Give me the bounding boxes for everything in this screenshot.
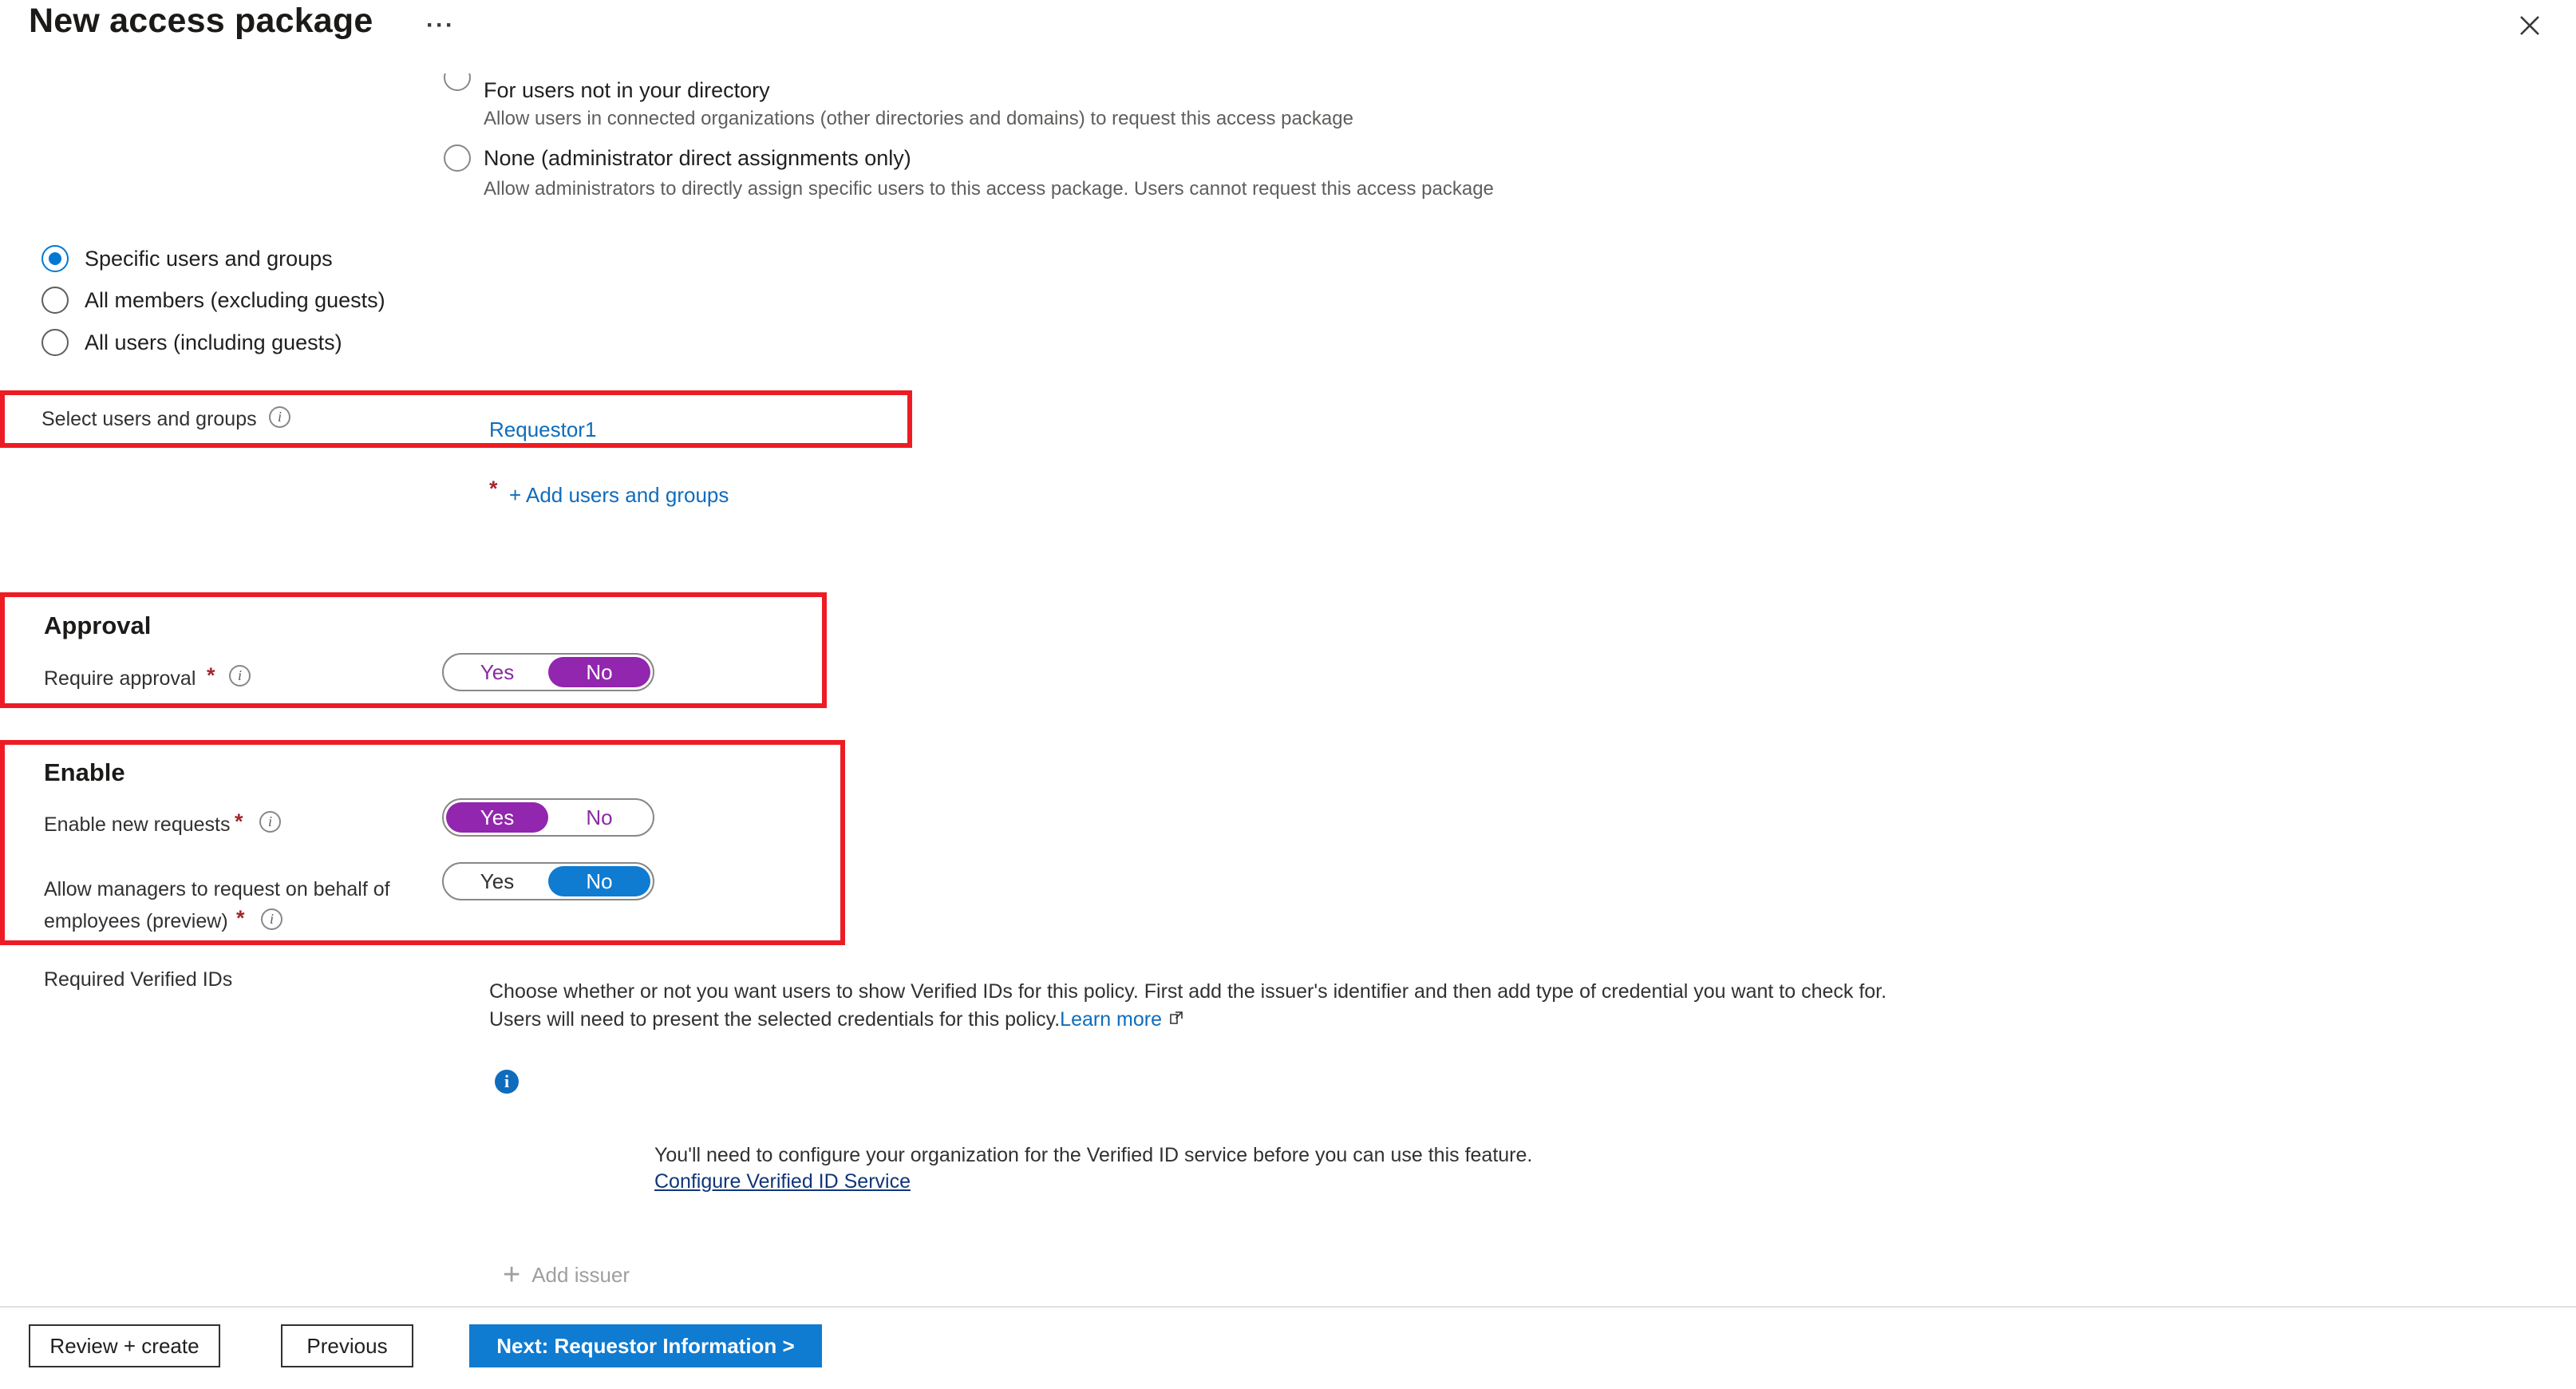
info-icon[interactable]: i <box>269 406 290 428</box>
selected-user-chip[interactable]: Requestor1 <box>489 417 596 442</box>
add-users-and-groups-link[interactable]: + Add users and groups <box>509 483 729 508</box>
require-approval-toggle[interactable]: Yes No <box>442 653 654 691</box>
required-verified-ids-label: Required Verified IDs <box>44 968 233 991</box>
radio-label-none-administrator-direct: None (administrator direct assignments o… <box>484 146 911 170</box>
previous-button[interactable]: Previous <box>281 1324 413 1367</box>
toggle-option-yes[interactable]: Yes <box>446 657 548 687</box>
enable-new-requests-toggle[interactable]: Yes No <box>442 798 654 837</box>
enable-section-title: Enable <box>44 758 125 786</box>
toggle-option-yes[interactable]: Yes <box>446 802 548 833</box>
radio-desc-none-administrator-direct: Allow administrators to directly assign … <box>484 178 1494 200</box>
allow-managers-label-line1: Allow managers to request on behalf of <box>44 878 390 900</box>
add-issuer-button[interactable]: + Add issuer <box>503 1260 630 1290</box>
learn-more-link[interactable]: Learn more <box>1060 1008 1162 1031</box>
enable-new-requests-label: Enable new requests <box>44 813 231 836</box>
info-circle-filled-icon: i <box>495 1070 519 1094</box>
require-approval-label: Require approval <box>44 667 196 690</box>
toggle-option-no[interactable]: No <box>548 657 650 687</box>
page-title: New access package <box>29 2 373 40</box>
required-asterisk: * <box>235 809 243 833</box>
radio-none-administrator-direct[interactable] <box>444 144 471 172</box>
radio-label-all-members-excluding-guests: All members (excluding guests) <box>85 288 385 312</box>
more-options-ellipsis[interactable]: ··· <box>426 14 455 38</box>
add-issuer-label: Add issuer <box>531 1262 630 1287</box>
toggle-option-yes[interactable]: Yes <box>446 866 548 896</box>
review-create-button[interactable]: Review + create <box>29 1324 220 1367</box>
info-icon[interactable]: i <box>261 908 282 930</box>
footer-divider <box>0 1306 2576 1308</box>
toggle-option-no[interactable]: No <box>548 866 650 896</box>
radio-specific-users-and-groups[interactable] <box>41 245 69 272</box>
verified-ids-description-line2: Users will need to present the selected … <box>489 1008 1184 1031</box>
radio-all-users-including-guests[interactable] <box>41 329 69 356</box>
radio-label-for-users-not-in-directory: For users not in your directory <box>484 78 770 102</box>
approval-section-title: Approval <box>44 611 152 639</box>
required-asterisk: * <box>236 906 245 930</box>
required-asterisk: * <box>207 663 215 687</box>
radio-label-specific-users-and-groups: Specific users and groups <box>85 247 333 271</box>
toggle-option-no[interactable]: No <box>548 802 650 833</box>
info-icon[interactable]: i <box>229 665 251 687</box>
select-users-label: Select users and groups <box>41 408 257 430</box>
info-icon[interactable]: i <box>259 811 281 833</box>
required-asterisk: * <box>489 477 498 501</box>
radio-for-users-not-in-directory[interactable] <box>444 73 471 91</box>
verified-id-notice: You'll need to configure your organizati… <box>654 1144 1533 1166</box>
radio-label-all-users-including-guests: All users (including guests) <box>85 330 342 354</box>
external-link-icon <box>1168 1010 1184 1030</box>
next-requestor-information-button[interactable]: Next: Requestor Information > <box>469 1324 822 1367</box>
verified-ids-description-line1: Choose whether or not you want users to … <box>489 980 1887 1003</box>
plus-icon: + <box>503 1258 521 1292</box>
close-icon[interactable] <box>2512 8 2547 43</box>
verified-ids-description-prefix: Users will need to present the selected … <box>489 1008 1061 1031</box>
allow-managers-toggle[interactable]: Yes No <box>442 862 654 900</box>
radio-desc-for-users-not-in-directory: Allow users in connected organizations (… <box>484 108 1353 129</box>
configure-verified-id-service-link[interactable]: Configure Verified ID Service <box>654 1170 911 1193</box>
allow-managers-label-line2: employees (preview) <box>44 910 228 932</box>
radio-all-members-excluding-guests[interactable] <box>41 287 69 314</box>
annotation-box-approval <box>0 592 827 708</box>
